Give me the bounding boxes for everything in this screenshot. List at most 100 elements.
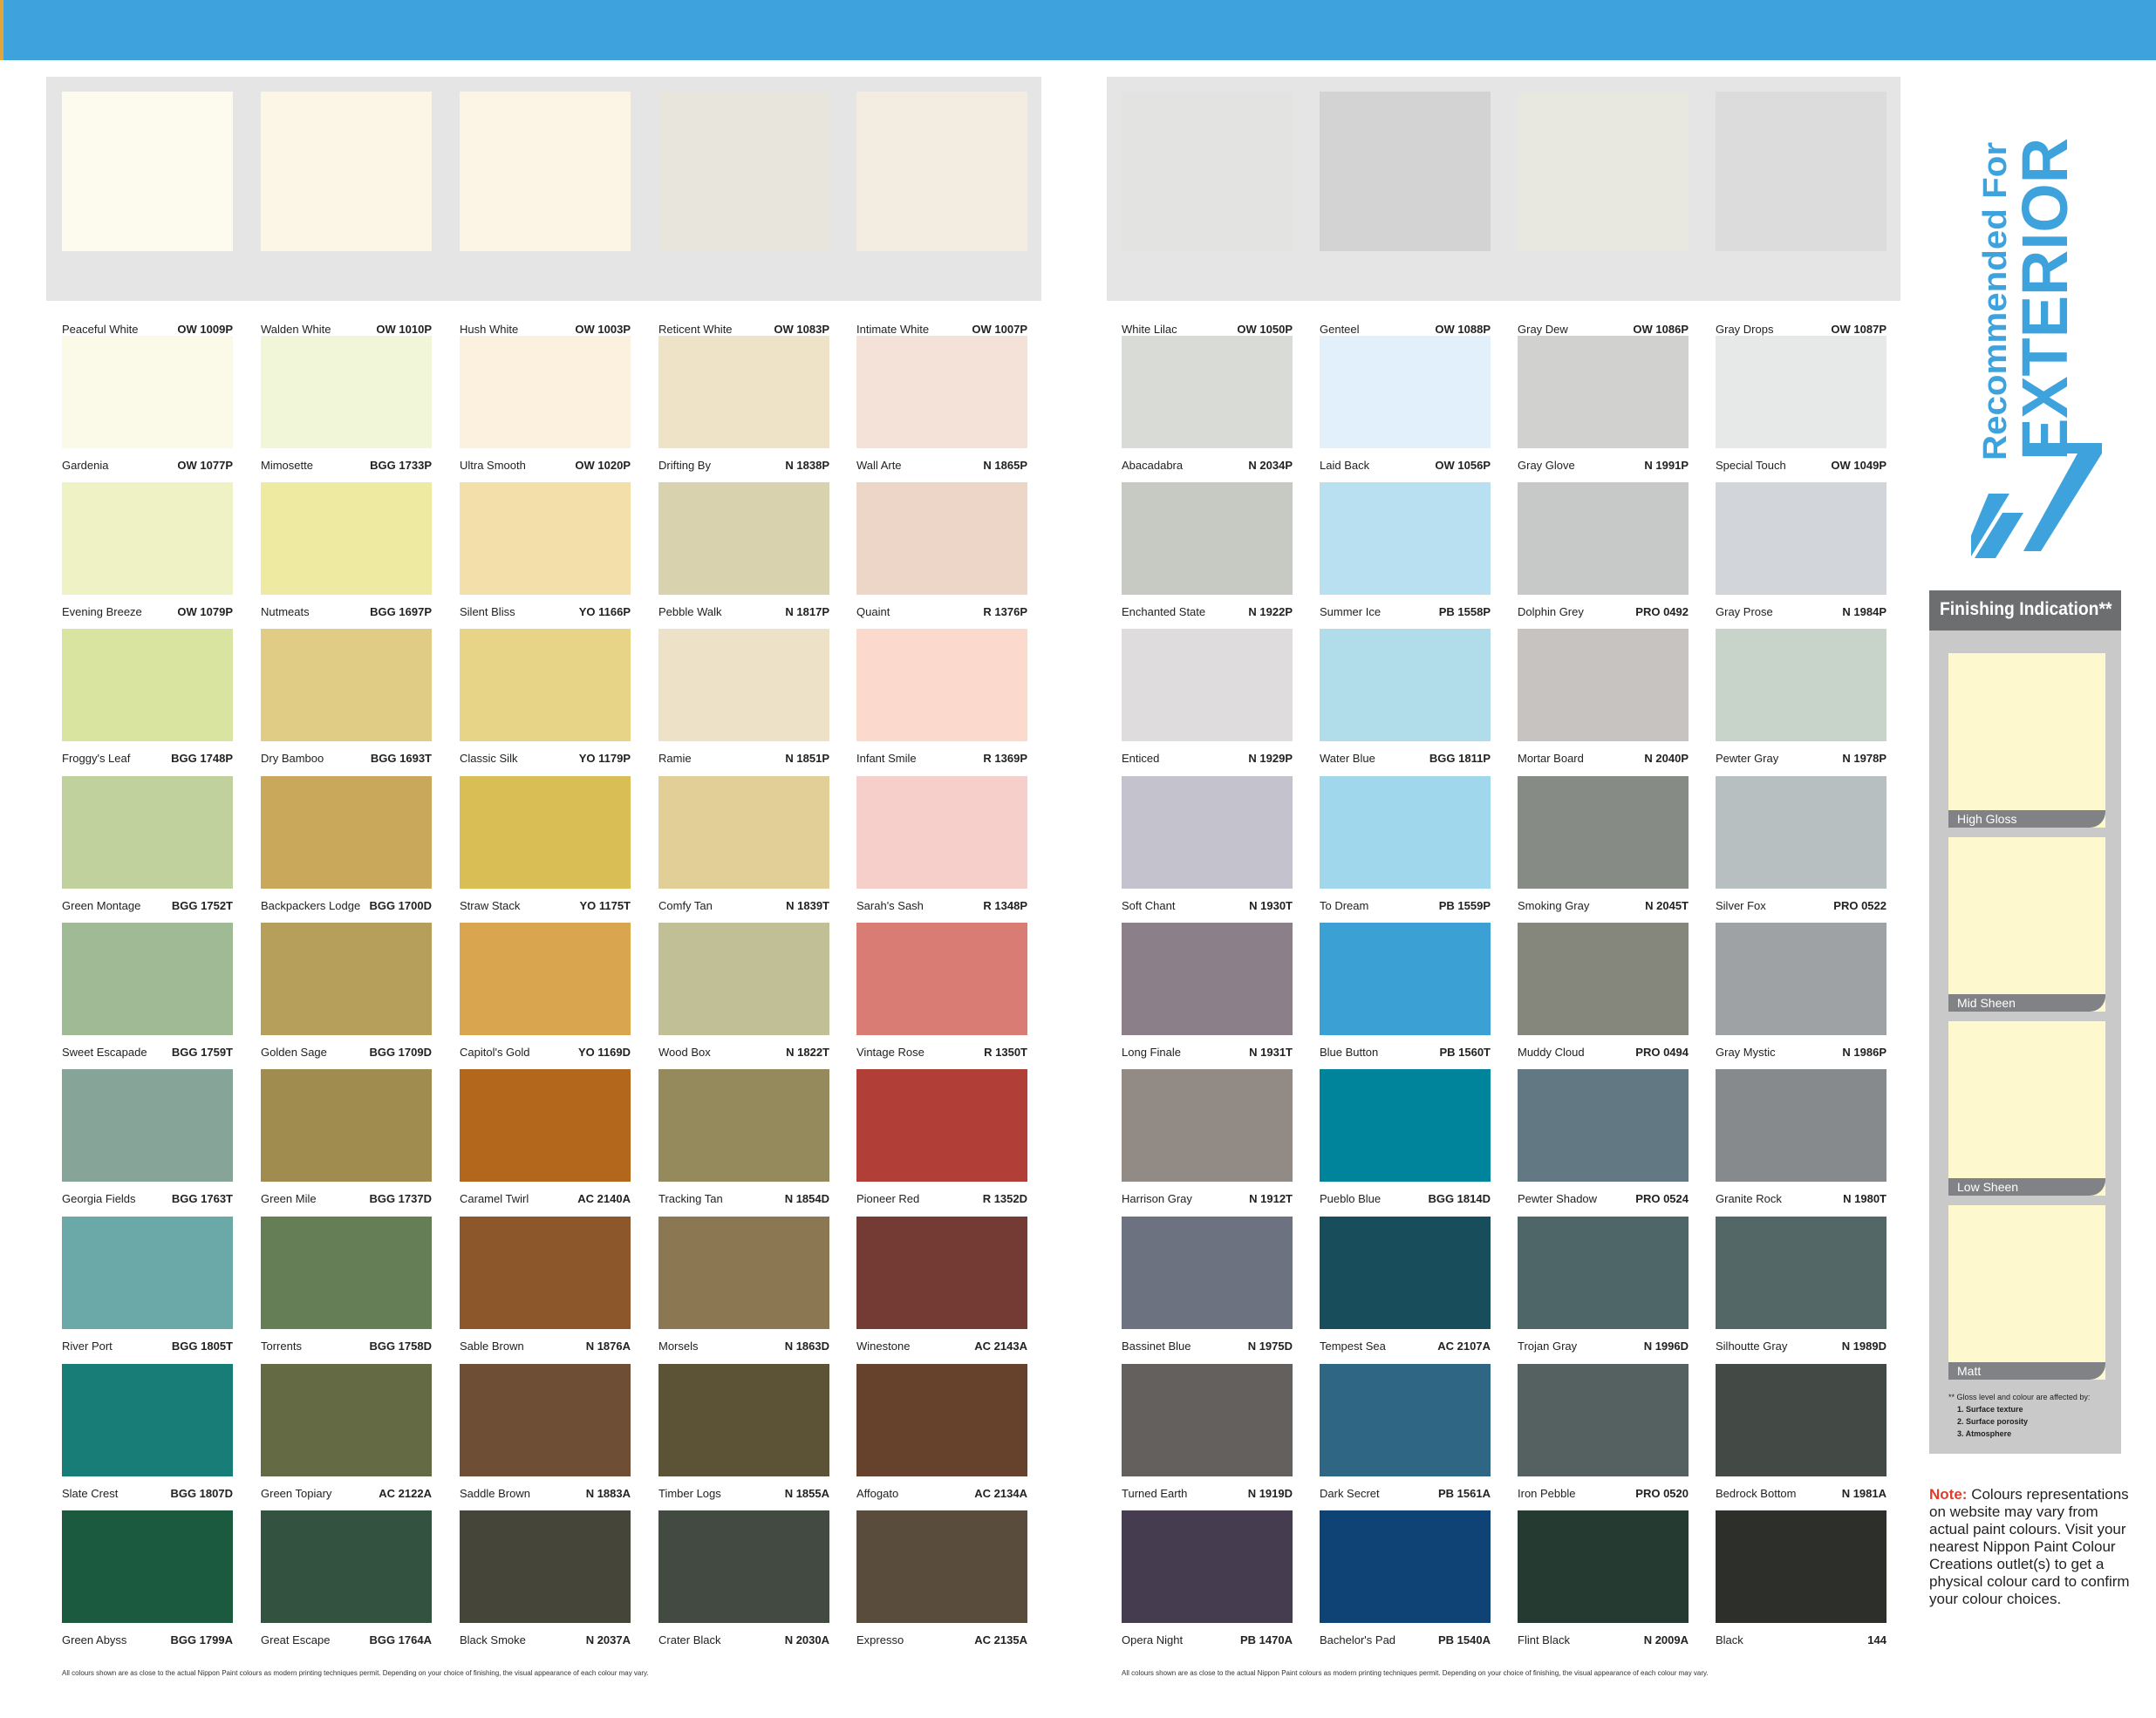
colour-swatch (1518, 1510, 1689, 1623)
colour-code: BGG 1693T (370, 752, 432, 765)
colour-name: White Lilac (1122, 323, 1177, 336)
colour-chip: Harrison Gray N 1912T (1122, 1069, 1293, 1205)
colour-chip: Caramel Twirl AC 2140A (460, 1069, 631, 1205)
colour-code: PRO 0492 (1635, 605, 1689, 618)
colour-name: Bassinet Blue (1122, 1340, 1191, 1353)
colour-swatch (460, 92, 631, 251)
finishing-header: Finishing Indication** (1929, 590, 2121, 631)
colour-swatch (1716, 1364, 1886, 1476)
colour-name: Enticed (1122, 752, 1160, 765)
colour-chip: Infant Smile R 1369P (856, 629, 1027, 765)
colour-swatch (1716, 92, 1886, 251)
colour-chip: Quaint R 1376P (856, 482, 1027, 618)
colour-code: N 2037A (585, 1633, 631, 1646)
colour-name: Expresso (856, 1633, 904, 1646)
colour-code: N 1865P (983, 459, 1027, 472)
colour-code: N 1817P (785, 605, 829, 618)
colour-name: Wood Box (658, 1046, 711, 1059)
colour-code: N 1883A (585, 1487, 631, 1500)
colour-code: OW 1083P (774, 323, 829, 336)
colour-chip: Expresso AC 2135A (856, 1510, 1027, 1646)
colour-name: Green Mile (261, 1192, 317, 1205)
colour-code: YO 1169D (578, 1046, 631, 1059)
colour-swatch (460, 776, 631, 889)
colour-swatch (1320, 1217, 1491, 1329)
colour-swatch (62, 1364, 233, 1476)
colour-code: PB 1561A (1438, 1487, 1491, 1500)
colour-name: Sarah's Sash (856, 899, 924, 912)
exterior-text: EXTERIOR (2009, 138, 2081, 460)
colour-name: To Dream (1320, 899, 1369, 912)
colour-code: BGG 1733P (370, 459, 432, 472)
colour-code: BGG 1807D (170, 1487, 233, 1500)
colour-chip: Pueblo Blue BGG 1814D (1320, 1069, 1491, 1205)
colour-code: OW 1088P (1435, 323, 1491, 336)
colour-name: Pioneer Red (856, 1192, 920, 1205)
colour-swatch (1518, 776, 1689, 889)
colour-code: YO 1179P (578, 752, 631, 765)
colour-code: YO 1166P (578, 605, 631, 618)
colour-code: N 1863D (784, 1340, 829, 1353)
colour-chip: White Lilac OW 1050P (1122, 92, 1293, 336)
colour-swatch (1320, 92, 1491, 251)
colour-name: Evening Breeze (62, 605, 142, 618)
finish-label: Matt (1957, 1364, 1982, 1378)
colour-chip: Iron Pebble PRO 0520 (1518, 1364, 1689, 1500)
colour-code: N 1838P (785, 459, 829, 472)
colour-swatch (460, 1069, 631, 1182)
colour-swatch (261, 336, 432, 448)
colour-code: PB 1558P (1438, 605, 1491, 618)
colour-chip: Wood Box N 1822T (658, 923, 829, 1059)
colour-swatch (658, 629, 829, 741)
colour-swatch (1122, 1510, 1293, 1623)
colour-swatch (460, 336, 631, 448)
colour-code: BGG 1814D (1428, 1192, 1491, 1205)
colour-swatch (261, 1069, 432, 1182)
colour-chip: Gray Mystic N 1986P (1716, 923, 1886, 1059)
colour-swatch (1716, 629, 1886, 741)
colour-chip: Tempest Sea AC 2107A (1320, 1217, 1491, 1353)
colour-swatch (1122, 776, 1293, 889)
colour-chip: Pewter Gray N 1978P (1716, 629, 1886, 765)
colour-code: AC 2135A (974, 1633, 1027, 1646)
colour-name: Froggy's Leaf (62, 752, 131, 765)
colour-swatch (261, 629, 432, 741)
colour-code: AC 2134A (974, 1487, 1027, 1500)
gloss-factor: 2. Surface porosity (1957, 1417, 2029, 1426)
colour-code: N 1975D (1247, 1340, 1293, 1353)
colour-name: Intimate White (856, 323, 930, 336)
colour-swatch (261, 482, 432, 595)
colour-code: OW 1009P (177, 323, 233, 336)
colour-chip: Evening Breeze OW 1079P (62, 482, 233, 618)
colour-swatch (856, 1217, 1027, 1329)
colour-swatch (1122, 482, 1293, 595)
colour-name: Black Smoke (460, 1633, 526, 1646)
colour-chip: Ramie N 1851P (658, 629, 829, 765)
colour-code: OW 1050P (1237, 323, 1293, 336)
colour-swatch (1122, 1069, 1293, 1182)
colour-swatch (62, 923, 233, 1035)
colour-swatch (1518, 1069, 1689, 1182)
colour-code: OW 1086P (1633, 323, 1689, 336)
colour-chip: Turned Earth N 1919D (1122, 1364, 1293, 1500)
left-disclaimer: All colours shown are as close to the ac… (62, 1669, 649, 1677)
colour-chip: Mortar Board N 2040P (1518, 629, 1689, 765)
colour-chip: Vintage Rose R 1350T (856, 923, 1027, 1059)
colour-name: Green Abyss (62, 1633, 127, 1646)
colour-code: N 1980T (1843, 1192, 1886, 1205)
colour-code: BGG 1763T (171, 1192, 233, 1205)
colour-code: PRO 0520 (1635, 1487, 1689, 1500)
colour-code: OW 1003P (575, 323, 631, 336)
finish-card-mid-sheen: Mid Sheen (1948, 837, 2105, 1012)
colour-chip: Backpackers Lodge BGG 1700D (261, 776, 432, 912)
colour-chip: Crater Black N 2030A (658, 1510, 829, 1646)
colour-swatch (460, 1217, 631, 1329)
colour-code: R 1352D (982, 1192, 1027, 1205)
colour-name: Sweet Escapade (62, 1046, 147, 1059)
colour-code: PRO 0494 (1635, 1046, 1689, 1059)
colour-code: PB 1560T (1439, 1046, 1491, 1059)
colour-name: Great Escape (261, 1633, 331, 1646)
colour-name: Black (1716, 1633, 1743, 1646)
colour-swatch (1716, 336, 1886, 448)
colour-swatch (1518, 92, 1689, 251)
